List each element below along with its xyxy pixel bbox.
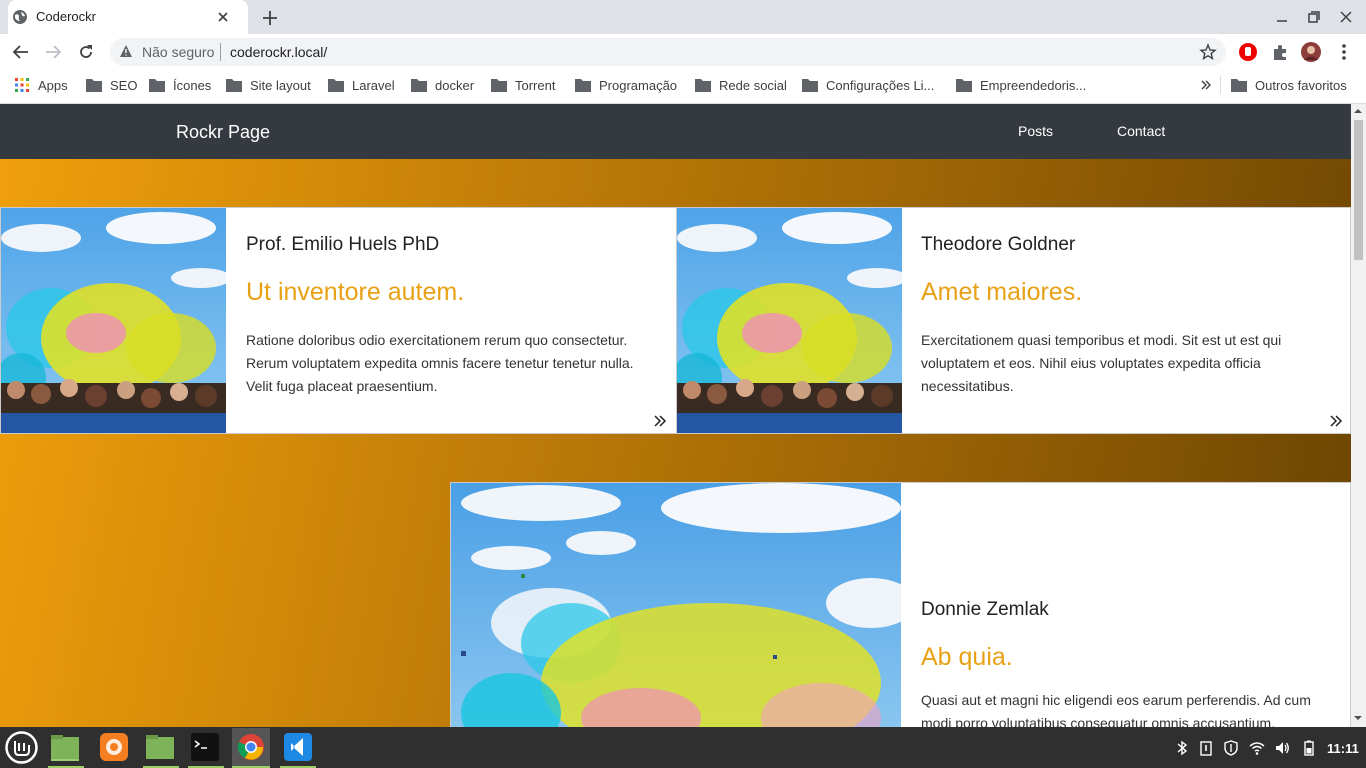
other-bookmarks[interactable]: Outros favoritos (1231, 70, 1347, 100)
post-author: Donnie Zemlak (921, 599, 1049, 620)
bookmark-folder[interactable]: Programação (575, 70, 677, 100)
url-text[interactable]: coderockr.local/ (230, 44, 327, 60)
mint-menu-icon[interactable] (5, 731, 38, 764)
bookmark-label: Empreendedoris... (980, 77, 1087, 93)
nav-link-contact[interactable]: Contact (1117, 123, 1165, 139)
folder-icon (149, 79, 165, 92)
post-card[interactable]: Prof. Emilio Huels PhD Ut inventore aute… (0, 207, 677, 434)
bookmarks-overflow[interactable] (1200, 70, 1220, 100)
post-author: Theodore Goldner (921, 234, 1076, 255)
folder-icon (1231, 79, 1247, 92)
folder-icon (695, 79, 711, 92)
page-viewport: Rockr Page Posts Contact Prof. Emilio Hu (0, 104, 1351, 727)
bookmark-label: Configurações Li... (826, 77, 935, 93)
post-image (677, 208, 902, 433)
folder-icon (802, 79, 818, 92)
bookmark-label: Ícones (173, 77, 212, 93)
restore-icon[interactable] (1306, 9, 1322, 25)
nav-link-posts[interactable]: Posts (1018, 123, 1053, 139)
clock[interactable]: 11:11 (1327, 741, 1359, 756)
bookmark-label: Outros favoritos (1255, 77, 1347, 93)
adblock-extension-icon[interactable] (1238, 42, 1258, 62)
bookmark-folder[interactable]: Empreendedoris... (956, 70, 1086, 100)
bookmark-divider (1220, 76, 1221, 94)
post-excerpt: Exercitationem quasi temporibus et modi.… (921, 332, 1282, 394)
bookmark-label: Programação (599, 77, 678, 93)
file-manager-icon[interactable] (50, 733, 80, 761)
bookmark-folder[interactable]: Torrent (491, 70, 555, 100)
firefox-icon[interactable] (99, 733, 129, 761)
post-title[interactable]: Ab quia. (921, 643, 1013, 672)
post-image (1, 208, 226, 433)
post-author: Prof. Emilio Huels PhD (246, 234, 440, 255)
bookmark-folder[interactable]: Configurações Li... (802, 70, 934, 100)
shield-icon[interactable] (1223, 740, 1239, 756)
site-navbar: Rockr Page Posts Contact (0, 104, 1351, 159)
folder-icon (491, 79, 507, 92)
globe-icon (13, 10, 27, 24)
bookmark-label: Torrent (515, 77, 556, 93)
folder-icon (226, 79, 242, 92)
terminal-icon[interactable] (190, 733, 220, 761)
post-card[interactable]: Donnie Zemlak Ab quia. Quasi aut et magn… (450, 482, 1351, 727)
folder-icon (956, 79, 972, 92)
bookmark-folder[interactable]: SEO (86, 70, 137, 100)
scroll-down-arrow-icon[interactable] (1354, 714, 1362, 722)
double-chevron-right-icon[interactable] (1329, 414, 1343, 428)
folder-icon (575, 79, 591, 92)
bookmark-folder[interactable]: Ícones (149, 70, 211, 100)
vscode-icon[interactable] (283, 733, 313, 761)
battery-icon[interactable] (1301, 740, 1317, 756)
chrome-icon[interactable] (236, 733, 266, 761)
warning-icon[interactable] (119, 44, 133, 58)
scrollbar-thumb[interactable] (1354, 120, 1363, 260)
scroll-up-arrow-icon[interactable] (1354, 107, 1362, 115)
folder-icon (411, 79, 427, 92)
close-icon[interactable] (214, 8, 232, 26)
post-image (451, 483, 901, 727)
new-tab-icon[interactable] (260, 8, 280, 28)
bluetooth-icon[interactable] (1174, 740, 1190, 756)
bookmark-label: Site layout (250, 77, 311, 93)
post-excerpt: Ratione doloribus odio exercitationem re… (246, 332, 634, 394)
volume-icon[interactable] (1274, 740, 1290, 756)
reload-icon[interactable] (77, 43, 95, 61)
folder-icon (86, 79, 102, 92)
minimize-icon[interactable] (1274, 9, 1290, 25)
apps-grid-icon (15, 78, 29, 92)
bookmark-star-icon[interactable] (1199, 43, 1217, 61)
back-icon[interactable] (12, 43, 30, 61)
bookmark-label: SEO (110, 77, 138, 93)
bookmark-label: Apps (38, 77, 68, 93)
folder-icon (328, 79, 344, 92)
clipboard-icon[interactable] (1198, 740, 1214, 756)
post-excerpt: Quasi aut et magni hic eligendi eos earu… (921, 692, 1311, 727)
bookmark-apps[interactable]: Apps (14, 70, 68, 100)
post-title[interactable]: Ut inventore autem. (246, 278, 464, 307)
double-chevron-right-icon[interactable] (653, 414, 667, 428)
profile-avatar-icon[interactable] (1301, 42, 1321, 62)
omnibox-divider (220, 43, 221, 61)
wifi-icon[interactable] (1249, 740, 1265, 756)
extensions-puzzle-icon[interactable] (1270, 42, 1290, 62)
tab-title: Coderockr (36, 9, 96, 24)
window-close-icon[interactable] (1338, 9, 1354, 25)
post-title[interactable]: Amet maiores. (921, 278, 1082, 307)
site-brand[interactable]: Rockr Page (176, 122, 270, 143)
forward-icon[interactable] (44, 43, 62, 61)
bookmark-label: Rede social (719, 77, 787, 93)
security-label[interactable]: Não seguro (142, 44, 214, 60)
bookmark-label: Laravel (352, 77, 395, 93)
menu-icon[interactable] (1334, 42, 1354, 62)
bookmark-folder[interactable]: docker (411, 70, 474, 100)
post-card[interactable]: Theodore Goldner Amet maiores. Exercitat… (676, 207, 1351, 434)
double-chevron-right-icon (1201, 80, 1211, 90)
bookmark-folder[interactable]: Rede social (695, 70, 787, 100)
bookmark-label: docker (435, 77, 475, 93)
bookmark-folder[interactable]: Site layout (226, 70, 311, 100)
folder-app-icon[interactable] (145, 733, 175, 761)
bookmark-folder[interactable]: Laravel (328, 70, 395, 100)
